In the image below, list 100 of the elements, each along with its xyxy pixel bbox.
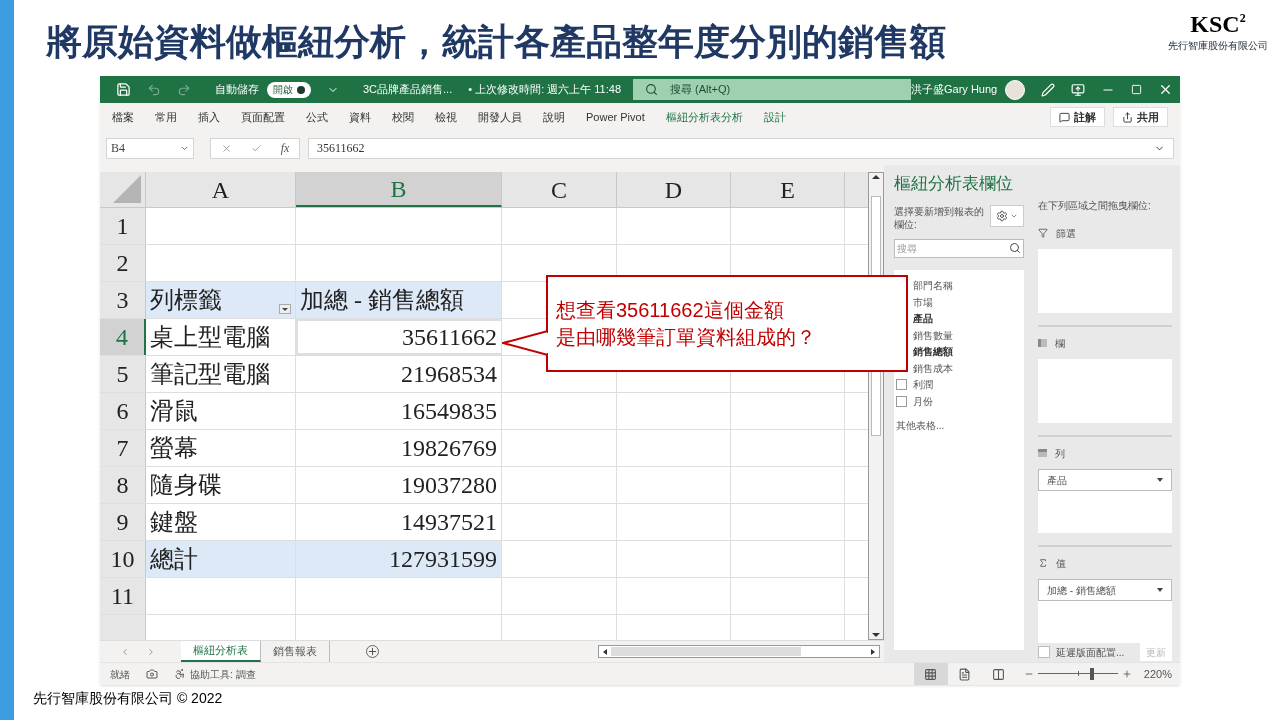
- field-name[interactable]: 部門名稱: [913, 278, 953, 294]
- table-cell-text: 鍵盤: [150, 508, 198, 537]
- ribbon-tab[interactable]: 檢視: [435, 108, 457, 126]
- comments-button[interactable]: 註解: [1050, 107, 1105, 127]
- name-box[interactable]: B4: [106, 137, 194, 159]
- row-header[interactable]: 5: [100, 356, 146, 392]
- zoom-in-icon[interactable]: [1121, 669, 1132, 679]
- modified-info[interactable]: • 上次修改時間: 週六上午 11:48: [468, 81, 622, 98]
- tools-button[interactable]: [989, 204, 1024, 227]
- filter-dropdown[interactable]: [279, 304, 291, 314]
- search-field[interactable]: 搜尋 (Alt+Q): [633, 79, 912, 100]
- app-icon[interactable]: [116, 82, 131, 97]
- accessibility-icon[interactable]: [174, 668, 186, 680]
- table-cell-text: 列標籤: [150, 286, 222, 315]
- field-name[interactable]: 市場: [913, 294, 933, 310]
- row-header[interactable]: 2: [100, 245, 146, 281]
- table-cell-text: 19037280: [401, 471, 497, 500]
- accessibility-status[interactable]: 協助工具: 調查: [190, 666, 256, 682]
- ribbon-tab[interactable]: 插入: [198, 108, 220, 126]
- autosave-label: 自動儲存: [215, 82, 259, 98]
- field-name[interactable]: 銷售成本: [913, 360, 953, 376]
- user-name[interactable]: 洪子盛Gary Hung: [911, 81, 998, 98]
- ribbon-tab[interactable]: 常用: [155, 108, 177, 126]
- pane-title: 樞紐分析表欄位: [894, 173, 1014, 195]
- row-header[interactable]: 8: [100, 467, 146, 503]
- cancel-icon[interactable]: [220, 142, 232, 154]
- avatar[interactable]: [1005, 79, 1026, 100]
- column-header[interactable]: E: [731, 172, 845, 207]
- sheet-tab[interactable]: 樞紐分析表: [181, 641, 261, 662]
- row-header[interactable]: 3: [100, 282, 146, 318]
- table-cell-text: 35611662: [401, 323, 497, 352]
- table-cell-text: 總計: [150, 545, 198, 574]
- column-header[interactable]: C: [502, 172, 617, 207]
- ribbon-tab[interactable]: 校閱: [392, 108, 414, 126]
- field-name[interactable]: 銷售總額: [913, 344, 953, 360]
- ribbon-tab[interactable]: 開發人員: [478, 108, 522, 126]
- slide-footer: 先行智庫股份有限公司 © 2022: [33, 688, 1280, 709]
- choose-fields-label: 選擇要新增到報表的欄位:: [894, 204, 985, 231]
- field-name[interactable]: 月份: [913, 393, 933, 409]
- display-icon[interactable]: [1071, 82, 1086, 97]
- table-cell-text: 127931599: [389, 545, 497, 574]
- field-checkbox[interactable]: [896, 379, 907, 391]
- table-cell-text: 桌上型電腦: [150, 323, 270, 352]
- drag-fields-label: 在下列區域之間拖曳欄位:: [1038, 199, 1152, 213]
- grid-icon: [924, 667, 938, 681]
- restore-icon[interactable]: [1131, 84, 1143, 95]
- zoom-level[interactable]: 220%: [1143, 665, 1172, 683]
- column-header[interactable]: D: [617, 172, 731, 207]
- table-cell-text: 筆記型電腦: [150, 360, 270, 389]
- callout-text: 想查看35611662這個金額 是由哪幾筆訂單資料組成的？: [556, 297, 817, 350]
- ribbon-tab[interactable]: Power Pivot: [586, 108, 645, 126]
- row-header[interactable]: 1: [100, 208, 146, 244]
- ribbon-tab[interactable]: 檔案: [112, 108, 134, 126]
- field-checkbox[interactable]: [896, 395, 907, 407]
- row-header[interactable]: 4: [100, 319, 146, 355]
- view-button[interactable]: [913, 663, 948, 685]
- camera-icon[interactable]: [146, 668, 158, 680]
- sheet-scroll-left-icon[interactable]: [120, 646, 130, 657]
- formula-field[interactable]: 35611662: [308, 137, 1174, 159]
- sheet-scroll-right-icon[interactable]: [146, 646, 156, 657]
- table-cell-text: 14937521: [401, 508, 497, 537]
- horizontal-scrollbar[interactable]: [598, 645, 880, 658]
- ribbon-tab[interactable]: 公式: [306, 108, 328, 126]
- ribbon-tab[interactable]: 設計: [763, 108, 786, 126]
- area-field[interactable]: 產品: [1038, 469, 1172, 491]
- share-icon: [1122, 111, 1133, 123]
- row-header[interactable]: 7: [100, 430, 146, 466]
- ribbon-tab[interactable]: 說明: [543, 108, 565, 126]
- page-break-icon: [992, 667, 1006, 681]
- file-name: 3C品牌產品銷售...: [363, 82, 453, 98]
- column-header[interactable]: B: [296, 172, 502, 207]
- table-cell-text: 隨身碟: [150, 471, 222, 500]
- more-tables-link[interactable]: 其他表格...: [896, 417, 1024, 433]
- row-header[interactable]: 6: [100, 393, 146, 429]
- comment-icon: [1059, 111, 1070, 123]
- ribbon-tab[interactable]: 樞紐分析表分析: [665, 108, 743, 126]
- row-header[interactable]: 11: [100, 578, 146, 614]
- area-field[interactable]: 加總 - 銷售總額: [1038, 579, 1172, 601]
- add-sheet-icon[interactable]: [366, 645, 379, 658]
- gear-icon: [995, 209, 1008, 222]
- row-header[interactable]: 9: [100, 504, 146, 540]
- row-header[interactable]: 10: [100, 541, 146, 577]
- search-icon: [645, 83, 659, 96]
- autosave-toggle[interactable]: 開啟: [267, 81, 311, 98]
- filter-icon: [1038, 228, 1048, 238]
- share-button[interactable]: 共用: [1113, 107, 1168, 127]
- insert-function-button[interactable]: fx: [280, 139, 290, 157]
- field-name[interactable]: 利潤: [913, 377, 933, 393]
- area-label: 欄: [1055, 336, 1065, 351]
- ribbon-tab[interactable]: 頁面配置: [241, 108, 285, 126]
- defer-checkbox[interactable]: [1038, 646, 1050, 658]
- pen-icon[interactable]: [1041, 82, 1056, 97]
- zoom-slider[interactable]: [1037, 668, 1118, 680]
- rows-icon: [1038, 449, 1047, 457]
- field-name[interactable]: 產品: [913, 311, 933, 327]
- ribbon-tab[interactable]: 資料: [349, 108, 371, 126]
- table-cell-text: 滑鼠: [150, 397, 198, 426]
- field-name[interactable]: 銷售數量: [913, 327, 953, 343]
- columns-icon: [1038, 339, 1047, 347]
- enter-icon[interactable]: [250, 142, 262, 154]
